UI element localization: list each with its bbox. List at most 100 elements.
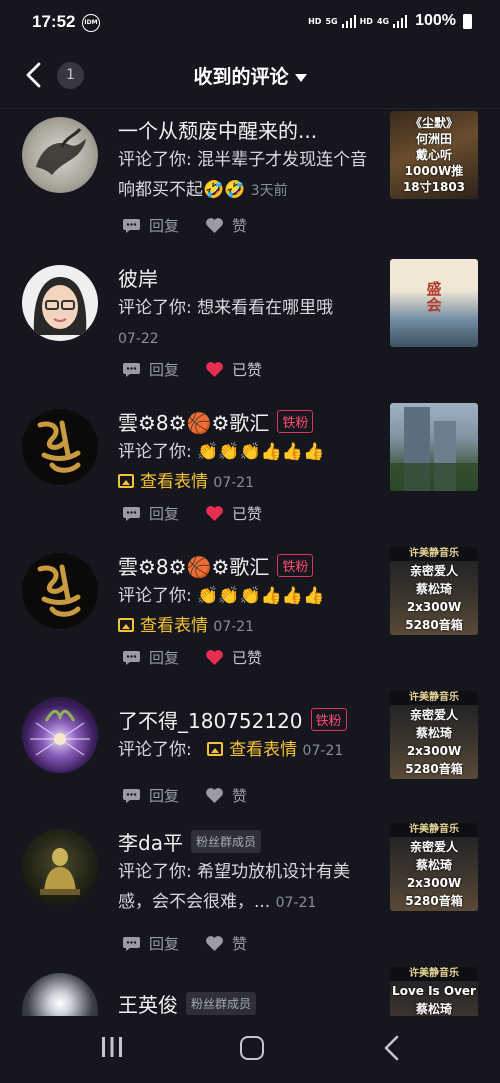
thumb-line: 何洲田	[415, 132, 452, 146]
commenter-name[interactable]: 彼岸	[118, 263, 158, 292]
like-button[interactable]: 赞	[205, 215, 247, 236]
video-thumbnail[interactable]: 《尘默》 何洲田 戴心听 1000W推 18寸1803	[390, 111, 478, 199]
like-label: 赞	[232, 935, 248, 953]
commenter-name[interactable]: 雲⚙8⚙🏀⚙歌汇	[118, 407, 269, 436]
comment-text[interactable]: 评论了你: 想来看看在哪里哦 07-22	[118, 293, 380, 354]
comment-text[interactable]: 评论了你: 👏👏👏👍👍👍 查看表情 07-21	[118, 437, 380, 498]
reply-label: 回复	[149, 787, 180, 805]
name-row: 雲⚙8⚙🏀⚙歌汇 铁粉	[118, 407, 314, 436]
reply-button[interactable]: 回复	[122, 933, 179, 954]
view-sticker-link[interactable]: 查看表情	[207, 740, 297, 760]
dropdown-caret-icon	[294, 73, 307, 82]
heart-filled-icon	[206, 362, 223, 377]
battery-percent: 100%	[415, 12, 456, 29]
video-thumbnail[interactable]	[390, 403, 478, 491]
reply-icon	[123, 788, 140, 803]
hd-label: HD	[308, 16, 322, 26]
comment-emoji: 👏👏👏👍👍👍	[197, 586, 325, 606]
heart-filled-icon	[206, 650, 223, 665]
status-bar: 17:52 IDM HD 5G HD 4G 100%	[0, 0, 500, 46]
commenter-name[interactable]: 雲⚙8⚙🏀⚙歌汇	[118, 551, 269, 580]
avatar[interactable]	[22, 117, 98, 193]
comment-text[interactable]: 评论了你: 希望功放机设计有美感，会不会很难，... 07-21	[118, 857, 376, 918]
thumb-line: 2x300W	[406, 744, 462, 758]
thumb-line: 5280音箱	[405, 894, 463, 908]
reply-button[interactable]: 回复	[122, 647, 179, 668]
commenter-name[interactable]: 王英俊	[118, 989, 178, 1016]
status-indicators: HD 5G HD 4G 100%	[308, 12, 472, 30]
building-photo-icon	[390, 407, 478, 491]
thumb-line: Love Is Over	[392, 984, 476, 998]
image-icon	[118, 618, 134, 632]
heart-icon	[206, 218, 223, 233]
horse-painting-icon	[36, 128, 86, 175]
reply-label: 回复	[149, 505, 180, 523]
commenter-name[interactable]: 一个从颓废中醒来的...	[118, 115, 317, 144]
thumb-line: 蔡松琦	[415, 1002, 452, 1016]
video-thumbnail[interactable]: 许美静音乐 亲密爱人 蔡松琦 2x300W 5280音箱	[390, 547, 478, 635]
avatar[interactable]	[22, 409, 98, 485]
fan-tag: 铁粉	[310, 708, 347, 731]
commenter-name[interactable]: 了不得_180752120	[118, 705, 303, 734]
like-label: 已赞	[232, 505, 263, 523]
reply-button[interactable]: 回复	[122, 785, 179, 806]
action-row: 回复 已赞	[122, 647, 262, 668]
avatar[interactable]	[22, 829, 98, 905]
like-button[interactable]: 赞	[205, 933, 247, 954]
comment-body: 想来看看在哪里哦	[197, 298, 334, 318]
avatar[interactable]	[22, 973, 98, 1016]
comment-time: 07-21	[275, 895, 317, 911]
avatar[interactable]	[22, 265, 98, 341]
reply-button[interactable]: 回复	[122, 503, 179, 524]
action-row: 回复 赞	[122, 785, 247, 806]
fan-tag: 铁粉	[277, 410, 314, 433]
like-button[interactable]: 赞	[205, 785, 247, 806]
video-thumbnail[interactable]: 许美静音乐 Love Is Over 蔡松琦	[390, 967, 478, 1016]
like-button[interactable]: 已赞	[205, 359, 262, 380]
view-sticker-link[interactable]: 查看表情	[118, 472, 208, 492]
video-thumbnail[interactable]: 许美静音乐 亲密爱人 蔡松琦 2x300W 5280音箱	[390, 823, 478, 911]
like-button[interactable]: 已赞	[205, 647, 262, 668]
home-icon[interactable]	[240, 1036, 264, 1060]
recent-apps-icon[interactable]	[100, 1036, 124, 1058]
name-row: 李da平 粉丝群成员	[118, 827, 261, 856]
sticker-label: 查看表情	[229, 740, 298, 760]
commenter-name[interactable]: 李da平	[118, 827, 183, 856]
sticker-label: 查看表情	[140, 472, 208, 492]
thumb-line: 蔡松琦	[415, 858, 452, 872]
system-back-icon[interactable]	[380, 1034, 404, 1062]
thumb-line: 蔡松琦	[415, 582, 452, 596]
like-button[interactable]: 已赞	[205, 503, 262, 524]
thumb-line: 亲密爱人	[409, 708, 458, 722]
comment-list[interactable]: 一个从颓废中醒来的... 评论了你: 混半辈子才发现连个音响都买不起🤣🤣 3天前…	[0, 109, 500, 1016]
comment-time: 07-21	[213, 619, 255, 635]
name-row: 王英俊 粉丝群成员	[118, 989, 257, 1016]
comment-text[interactable]: 评论了你: 混半辈子才发现连个音响都买不起🤣🤣 3天前	[118, 145, 380, 206]
flower-icon	[30, 709, 90, 756]
reply-button[interactable]: 回复	[122, 215, 179, 236]
comment-text[interactable]: 评论了你: 查看表情 07-21	[118, 735, 388, 766]
comment-text[interactable]: 评论了你: 👏👏👏👍👍👍 查看表情 07-21	[118, 581, 380, 642]
group-member-tag: 粉丝群成员	[190, 830, 261, 853]
avatar[interactable]	[22, 553, 98, 629]
comment-time: 07-21	[302, 743, 344, 759]
thumb-line: 《尘默》	[409, 116, 458, 130]
reply-button[interactable]: 回复	[122, 359, 179, 380]
video-thumbnail[interactable]: 许美静音乐 亲密爱人 蔡松琦 2x300W 5280音箱	[390, 691, 478, 779]
nav-bar: 1 收到的评论	[0, 46, 500, 109]
thumb-line: 5280音箱	[405, 618, 463, 632]
avatar[interactable]	[22, 697, 98, 773]
status-time: 17:52	[32, 12, 76, 31]
comment-prefix: 评论了你:	[118, 298, 192, 318]
view-sticker-link[interactable]: 查看表情	[118, 616, 208, 636]
video-thumbnail[interactable]: 盛 会	[390, 259, 478, 347]
signal-icon-2	[393, 14, 408, 28]
action-row: 回复 已赞	[122, 359, 262, 380]
thumb-line: 5280音箱	[405, 762, 463, 776]
like-label: 已赞	[232, 361, 263, 379]
thumb-line: 18寸1803	[402, 180, 466, 194]
page-title[interactable]: 收到的评论	[0, 62, 500, 89]
image-icon	[118, 474, 134, 488]
thumb-line: 2x300W	[406, 876, 462, 890]
thumb-header: 许美静音乐	[390, 967, 478, 981]
